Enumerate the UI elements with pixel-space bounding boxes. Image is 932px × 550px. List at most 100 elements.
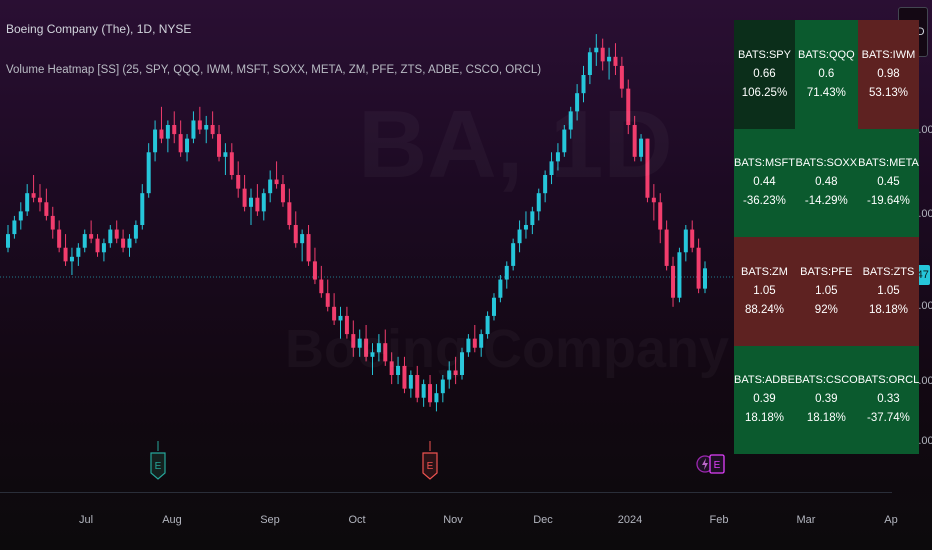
heatmap-cell: BATS:ZM 1.05 88.24% — [734, 237, 795, 346]
candle-body — [293, 225, 298, 244]
time-label: 2024 — [617, 514, 643, 526]
time-label: Sep — [260, 514, 280, 526]
candle-body — [50, 215, 55, 230]
candle-body — [562, 129, 567, 153]
heatmap-symbol: BATS:IWM — [861, 48, 916, 61]
candle-body — [402, 365, 407, 389]
heatmap-change: 88.24% — [744, 303, 784, 316]
candle-body — [57, 229, 62, 248]
heatmap-cell: BATS:ZTS 1.05 18.18% — [857, 237, 920, 346]
candle-body — [555, 152, 560, 162]
heatmap-ratio: 0.45 — [877, 176, 900, 189]
candle-body — [651, 197, 656, 203]
heatmap-change: 18.18% — [744, 412, 784, 425]
candle-body — [683, 229, 688, 253]
candle-body — [229, 152, 234, 175]
candle-body — [364, 338, 369, 357]
candle-body — [658, 202, 663, 230]
candle-body — [472, 338, 477, 348]
heatmap-ratio: 0.39 — [753, 393, 776, 406]
heatmap-cell: BATS:ORCL 0.33 -37.74% — [857, 345, 920, 454]
earnings-event-icon[interactable]: E — [150, 441, 166, 481]
heatmap-cell: BATS:CSCO 0.39 18.18% — [794, 345, 858, 454]
candle-body — [511, 243, 516, 266]
candle-body — [357, 338, 362, 348]
candle-body — [217, 134, 222, 157]
heatmap-cell: BATS:QQQ 0.6 71.43% — [794, 20, 858, 129]
heatmap-ratio: 0.66 — [753, 67, 776, 80]
candle-body — [536, 193, 541, 212]
earnings-event-label: E — [155, 461, 162, 472]
candle-body — [619, 65, 624, 89]
candle-body — [89, 234, 94, 239]
candle-body — [389, 361, 394, 375]
candle-body — [325, 293, 330, 307]
heatmap-symbol: BATS:QQQ — [798, 48, 855, 61]
time-label: Dec — [533, 514, 553, 526]
candle-body — [165, 125, 170, 139]
candle-body — [415, 375, 420, 398]
candle-body — [434, 393, 439, 403]
candle-body — [696, 247, 701, 289]
heatmap-ratio: 1.05 — [753, 284, 776, 297]
candle-body — [421, 384, 426, 398]
heatmap-change: 53.13% — [868, 86, 908, 99]
heatmap-ratio: 1.05 — [877, 284, 900, 297]
candle-body — [133, 225, 138, 239]
candle-body — [453, 370, 458, 375]
candle-body — [127, 238, 132, 248]
heatmap-ratio: 0.6 — [818, 67, 835, 80]
heatmap-symbol: BATS:PFE — [800, 265, 853, 278]
time-label: Jul — [78, 514, 94, 526]
candle-body — [6, 234, 10, 248]
candle-body — [504, 265, 509, 280]
candle-body — [338, 315, 343, 321]
time-label: Oct — [348, 514, 366, 526]
heatmap-change: 71.43% — [806, 86, 846, 99]
candlestick-series — [6, 34, 707, 412]
heatmap-cell: BATS:IWM 0.98 53.13% — [857, 20, 920, 129]
indicator-legend[interactable]: Volume Heatmap [SS] (25, SPY, QQQ, IWM, … — [6, 64, 541, 76]
candle-body — [568, 111, 573, 130]
candle-body — [300, 234, 305, 244]
candle-body — [178, 134, 183, 153]
candle-body — [491, 297, 496, 316]
candle-body — [440, 379, 445, 394]
heatmap-ratio: 0.44 — [753, 176, 776, 189]
heatmap-change: -36.23% — [743, 195, 786, 208]
candle-body — [280, 184, 285, 203]
heatmap-cell: BATS:ADBE 0.39 18.18% — [734, 345, 795, 454]
candle-body — [517, 229, 522, 244]
candle-body — [396, 365, 401, 375]
earnings-event-icon[interactable]: E — [709, 453, 725, 475]
candle-body — [498, 279, 503, 298]
candle-body — [530, 211, 535, 225]
candle-body — [664, 229, 669, 266]
candle-body — [376, 343, 381, 353]
earnings-event-icon[interactable]: E — [422, 441, 438, 481]
candle-body — [332, 306, 337, 321]
candle-body — [639, 138, 644, 157]
candle-body — [523, 225, 528, 230]
symbol-title[interactable]: Boeing Company (The), 1D, NYSE — [6, 22, 191, 36]
earnings-event-label: E — [427, 461, 434, 472]
candle-body — [242, 188, 247, 207]
candle-body — [344, 315, 349, 335]
heatmap-change: -19.64% — [867, 195, 910, 208]
time-axis-border — [0, 492, 892, 493]
heatmap-symbol: BATS:MSFT — [734, 157, 795, 170]
heatmap-symbol: BATS:ZM — [741, 265, 788, 278]
candle-body — [671, 265, 676, 298]
candle-body — [31, 193, 36, 198]
heatmap-change: 18.18% — [868, 303, 908, 316]
candle-body — [261, 193, 266, 212]
heatmap-ratio: 0.39 — [815, 393, 838, 406]
candle-body — [236, 175, 241, 189]
candle-body — [408, 375, 413, 389]
candle-body — [197, 120, 202, 130]
candle-body — [12, 220, 17, 235]
heatmap-cell: BATS:MSFT 0.44 -36.23% — [734, 128, 795, 237]
candle-body — [594, 47, 599, 53]
candle-body — [274, 179, 279, 185]
heatmap-change: -14.29% — [804, 195, 848, 208]
